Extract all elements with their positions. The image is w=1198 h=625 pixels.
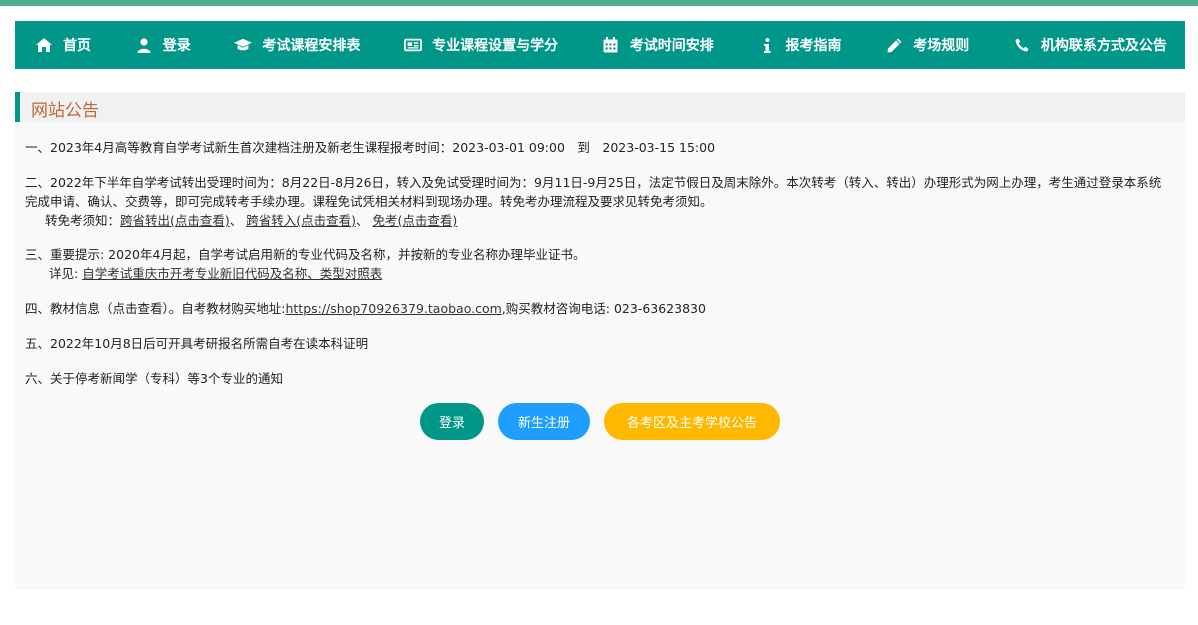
main-nav: 首页 登录 考试课程安排表 专业课程设置与学分 考试时间安排 报考指南 考场规则… xyxy=(15,21,1185,69)
nav-item-major-courses[interactable]: 专业课程设置与学分 xyxy=(404,35,558,55)
nav-item-exam-time[interactable]: 考试时间安排 xyxy=(602,35,714,55)
user-icon xyxy=(135,36,153,54)
login-button[interactable]: 登录 xyxy=(420,403,484,440)
nav-item-contact[interactable]: 机构联系方式及公告 xyxy=(1013,35,1167,55)
notice-4: 四、教材信息（点击查看）。自考教材购买地址:https://shop709263… xyxy=(25,299,706,318)
nav-label: 报考指南 xyxy=(785,38,842,54)
nav-item-exam-rules[interactable]: 考场规则 xyxy=(885,35,969,55)
notice-3: 三、重要提示: 2020年4月起，自学考试启用新的专业代码及名称，并按新的专业名… xyxy=(25,247,586,262)
nav-item-home[interactable]: 首页 xyxy=(35,35,91,55)
separator: 、 xyxy=(356,213,369,228)
notice-2-links: 转免考须知：跨省转出(点击查看)、 跨省转入(点击查看)、 免考(点击查看) xyxy=(25,211,457,230)
link-exemption[interactable]: 免考(点击查看) xyxy=(373,213,458,228)
phone-icon xyxy=(1013,36,1031,54)
info-icon xyxy=(758,36,776,54)
detail-label: 详见: xyxy=(49,266,83,281)
separator: 、 xyxy=(229,213,243,228)
link-transfer-in[interactable]: 跨省转入(点击查看) xyxy=(246,213,356,228)
panel-header: 网站公告 xyxy=(15,92,1185,122)
announcement-panel: 网站公告 一、2023年4月高等教育自学考试新生首次建档注册及新老生课程报考时间… xyxy=(15,92,1185,590)
pencil-icon xyxy=(885,36,903,54)
notice-1: 一、2023年4月高等教育自学考试新生首次建档注册及新老生课程报考时间：2023… xyxy=(25,140,716,155)
nav-item-guide[interactable]: 报考指南 xyxy=(758,35,842,55)
link-major-code-table[interactable]: 自学考试重庆市开考专业新旧代码及名称、类型对照表 xyxy=(82,266,382,281)
top-accent-stripe xyxy=(0,0,1198,6)
link-transfer-out[interactable]: 跨省转出(点击查看) xyxy=(120,213,230,228)
link-textbook-shop[interactable]: https://shop70926379.taobao.com xyxy=(285,301,501,316)
nav-label: 考试课程安排表 xyxy=(262,38,361,54)
register-button[interactable]: 新生注册 xyxy=(498,403,590,440)
panel-title: 网站公告 xyxy=(31,101,99,121)
textbook-info-text[interactable]: 四、教材信息（点击查看）。自考教材购买地址: xyxy=(25,301,285,316)
home-icon xyxy=(35,36,53,54)
newspaper-icon xyxy=(404,36,423,54)
notice-6[interactable]: 六、关于停考新闻学（专科）等3个专业的通知 xyxy=(25,369,283,388)
notice-5[interactable]: 五、2022年10月8日后可开具考研报名所需自考在读本科证明 xyxy=(25,334,368,353)
nav-label: 专业课程设置与学分 xyxy=(432,38,559,54)
nav-label: 机构联系方式及公告 xyxy=(1040,38,1167,54)
transfer-note-label: 转免考须知： xyxy=(45,213,121,228)
nav-item-exam-schedule[interactable]: 考试课程安排表 xyxy=(234,35,360,55)
nav-label: 考试时间安排 xyxy=(629,38,714,54)
graduation-cap-icon xyxy=(234,36,253,54)
exam-area-notice-button[interactable]: 各考区及主考学校公告 xyxy=(604,403,780,440)
nav-label: 首页 xyxy=(63,38,91,54)
calendar-icon xyxy=(602,36,620,54)
nav-label: 登录 xyxy=(162,38,191,54)
nav-item-login[interactable]: 登录 xyxy=(135,35,191,55)
textbook-phone-text: ,购买教材咨询电话: 023-63623830 xyxy=(501,301,706,316)
notice-2: 二、2022年下半年自学考试转出受理时间为：8月22日-8月26日，转入及免试受… xyxy=(25,175,1162,209)
notice-3-detail: 详见: 自学考试重庆市开考专业新旧代码及名称、类型对照表 xyxy=(25,264,382,283)
nav-label: 考场规则 xyxy=(913,38,970,54)
